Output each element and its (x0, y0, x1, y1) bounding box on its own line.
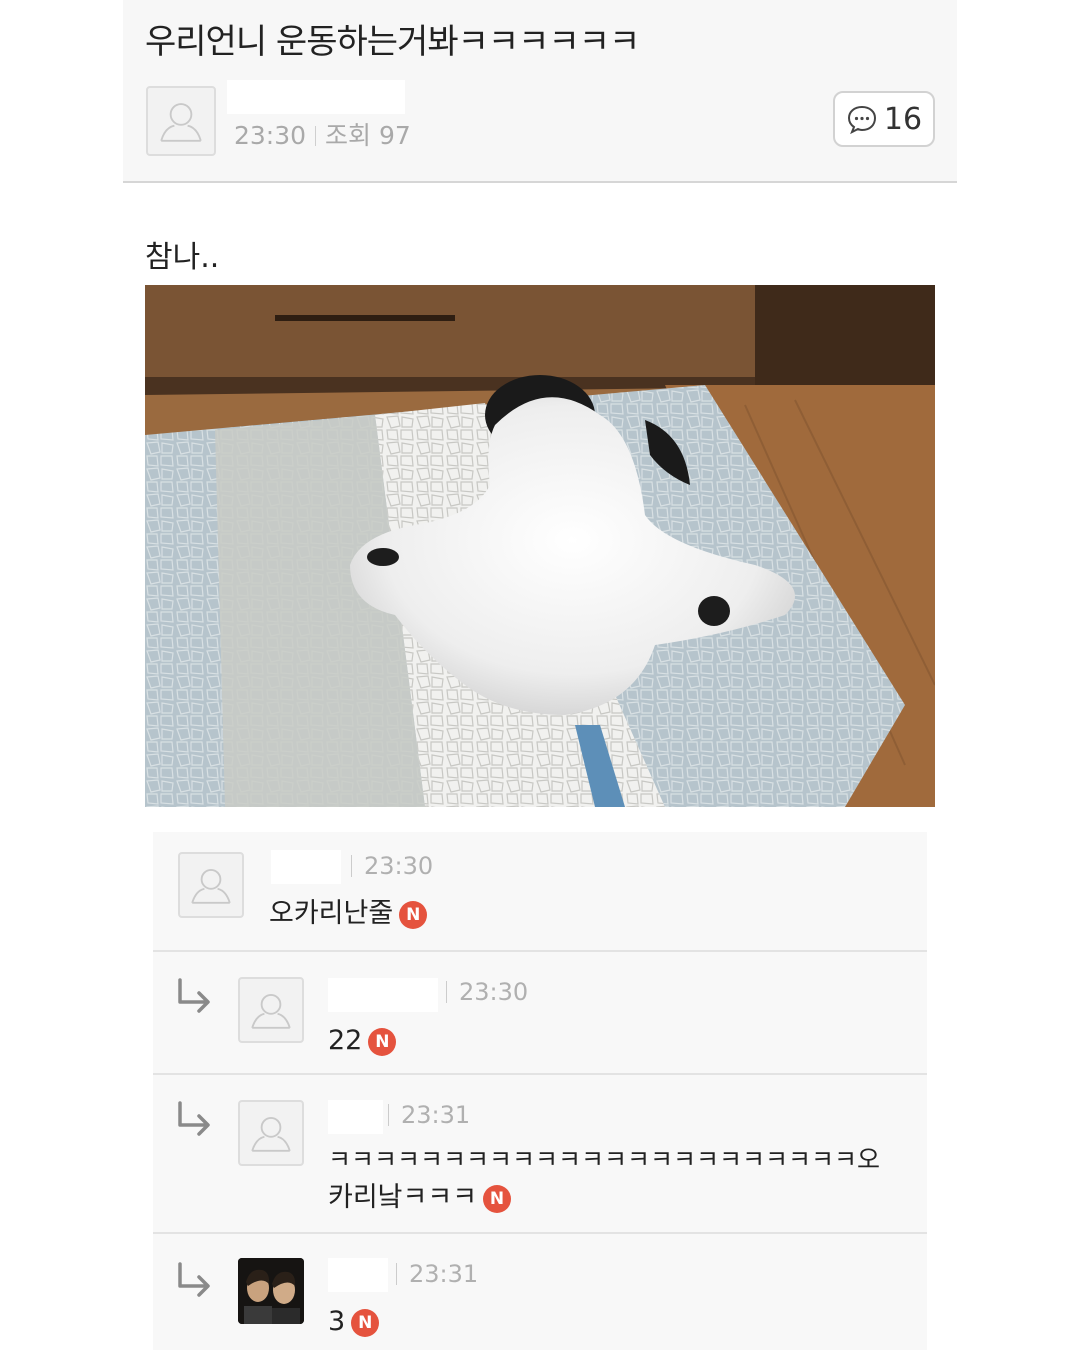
reply-item: 23:31 ㅋㅋㅋㅋㅋㅋㅋㅋㅋㅋㅋㅋㅋㅋㅋㅋㅋㅋㅋㅋㅋㅋㅋ오 카리낰ㅋㅋㅋ N (153, 1075, 927, 1234)
comment-text-line2: 카리낰ㅋㅋㅋ (328, 1182, 478, 1213)
post-body-text: 참나.. (145, 240, 220, 275)
comment-text-content: 오카리난줄 (269, 898, 394, 929)
comment-text-content: 22 (328, 1025, 363, 1056)
user-silhouette-icon (191, 869, 231, 904)
new-badge: N (351, 1309, 380, 1337)
reply-arrow-icon (175, 1099, 215, 1139)
post-photo-image (145, 285, 935, 807)
comment-text-line1: ㅋㅋㅋㅋㅋㅋㅋㅋㅋㅋㅋㅋㅋㅋㅋㅋㅋㅋㅋㅋㅋㅋㅋ오 (328, 1145, 881, 1174)
commenter-avatar[interactable] (178, 852, 244, 918)
user-silhouette-icon (251, 1117, 291, 1152)
user-silhouette-icon (251, 994, 291, 1029)
comment-text: 3N (328, 1302, 380, 1342)
commenter-name-redacted (328, 1258, 388, 1292)
comment-text: 22 N (328, 1021, 397, 1061)
comment-text: 오카리난줄 N (269, 894, 428, 934)
reply-arrow-icon (175, 1260, 215, 1300)
meta-divider (315, 126, 317, 146)
reply-arrow-icon (175, 976, 215, 1016)
post-header: 우리언니 운동하는거봐ㅋㅋㅋㅋㅋㅋ 23:30 조회 97 16 (123, 0, 957, 183)
post-title: 우리언니 운동하는거봐ㅋㅋㅋㅋㅋㅋ (145, 22, 640, 62)
reply-item: 23:30 22 N (153, 952, 927, 1075)
avatar-photo (238, 1258, 304, 1324)
comment-count: 16 (883, 101, 923, 137)
commenter-avatar[interactable] (238, 1100, 304, 1166)
comment-text-content: 3 (328, 1306, 346, 1337)
comment-time: 23:30 (446, 978, 528, 1006)
author-avatar[interactable] (146, 86, 216, 156)
post-meta: 23:30 조회 97 (234, 116, 411, 152)
comment-item: 23:30 오카리난줄 N (153, 832, 927, 952)
new-badge: N (399, 901, 428, 929)
author-name-redacted (227, 80, 405, 114)
comment-time: 23:31 (396, 1260, 478, 1288)
commenter-avatar[interactable] (238, 977, 304, 1043)
post-photo[interactable] (145, 285, 935, 807)
commenter-photo-avatar[interactable] (238, 1258, 304, 1324)
post-time: 23:30 (234, 121, 307, 150)
comment-text: 카리낰ㅋㅋㅋ N (328, 1178, 512, 1218)
commenter-name-redacted (328, 1100, 383, 1134)
comment-count-button[interactable]: 16 (833, 91, 935, 147)
post-views: 조회 97 (325, 121, 411, 150)
comment-time: 23:30 (351, 852, 433, 880)
speech-bubble-icon (847, 105, 876, 135)
commenter-name-redacted (271, 850, 341, 884)
commenter-name-redacted (328, 978, 438, 1012)
reply-item: 23:31 3N (153, 1234, 927, 1350)
new-badge: N (483, 1185, 512, 1213)
comment-time: 23:31 (388, 1101, 470, 1129)
new-badge: N (368, 1028, 397, 1056)
user-silhouette-icon (160, 103, 202, 142)
